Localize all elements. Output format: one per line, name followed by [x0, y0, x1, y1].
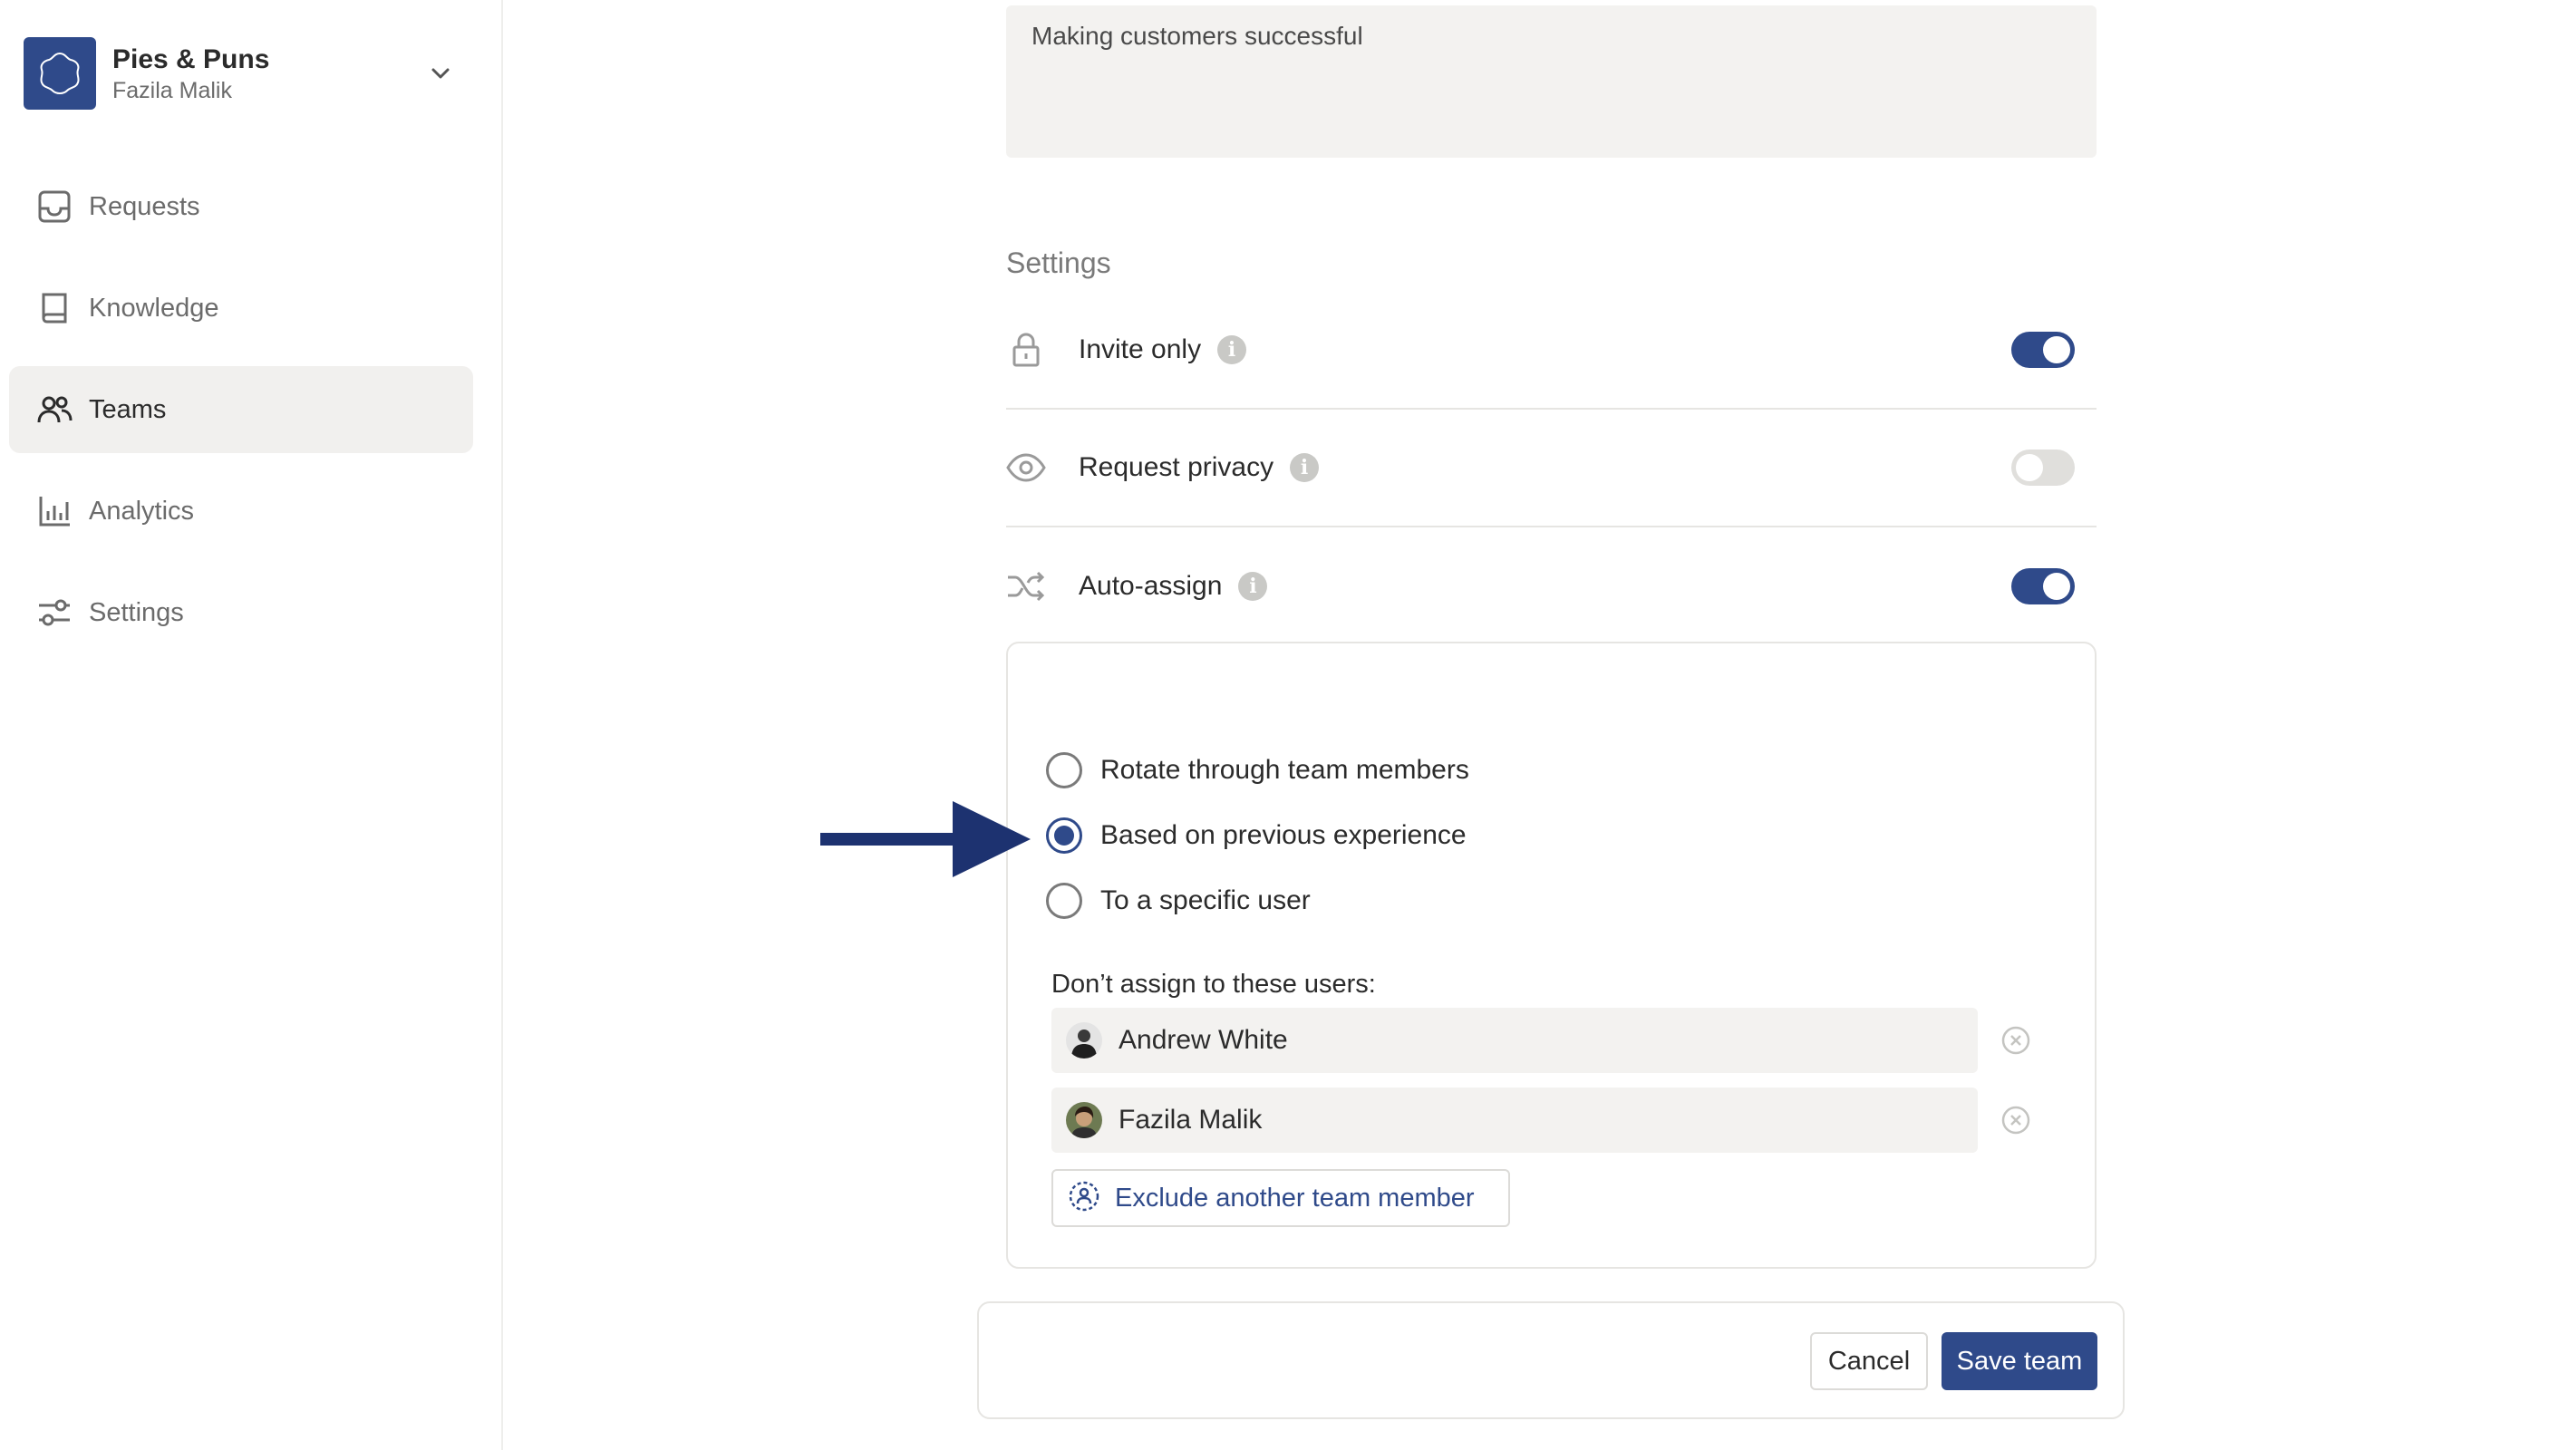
- sidebar-item-knowledge[interactable]: Knowledge: [9, 265, 473, 352]
- cancel-button[interactable]: Cancel: [1810, 1332, 1928, 1390]
- inbox-icon: [34, 187, 74, 227]
- info-icon[interactable]: i: [1290, 453, 1320, 482]
- excluded-user-chip: Andrew White: [1051, 1008, 1978, 1073]
- excluded-user-name: Fazila Malik: [1119, 1105, 1263, 1135]
- setting-auto-assign: Auto-assign i: [1006, 527, 2097, 645]
- excluded-user-name: Andrew White: [1119, 1025, 1288, 1055]
- radio-rotate-members[interactable]: Rotate through team members: [1046, 752, 1469, 788]
- toggle-knob: [2043, 573, 2070, 600]
- sidebar-item-settings[interactable]: Settings: [9, 569, 473, 656]
- sidebar-item-requests[interactable]: Requests: [9, 163, 473, 250]
- exclude-button-label: Exclude another team member: [1115, 1183, 1475, 1213]
- flower-icon: [24, 37, 96, 110]
- setting-label: Auto-assign: [1079, 571, 1223, 601]
- auto-assign-toggle[interactable]: [2011, 568, 2075, 604]
- settings-section-title: Settings: [1006, 246, 1111, 279]
- radio-button[interactable]: [1046, 817, 1082, 854]
- radio-label: To a specific user: [1100, 885, 1311, 915]
- sidebar-item-label: Settings: [89, 597, 184, 627]
- radio-selected-dot: [1054, 826, 1074, 846]
- book-icon: [34, 288, 74, 328]
- bar-chart-icon: [34, 491, 74, 531]
- setting-label: Invite only: [1079, 334, 1202, 364]
- excluded-user-chip: Fazila Malik: [1051, 1088, 1978, 1153]
- team-description-field[interactable]: Making customers successful: [1006, 5, 2097, 158]
- org-user-name: Fazila Malik: [112, 78, 232, 103]
- setting-request-privacy: Request privacy i: [1006, 410, 2097, 527]
- toggle-knob: [2016, 454, 2043, 481]
- chevron-down-icon[interactable]: [422, 55, 459, 92]
- exclude-team-member-button[interactable]: Exclude another team member: [1051, 1169, 1510, 1227]
- remove-user-icon[interactable]: [2000, 1024, 2032, 1057]
- auto-assign-panel: Rotate through team members Based on pre…: [1006, 642, 2097, 1269]
- radio-button[interactable]: [1046, 752, 1082, 788]
- save-team-button[interactable]: Save team: [1942, 1332, 2097, 1390]
- radio-previous-experience[interactable]: Based on previous experience: [1046, 817, 1467, 854]
- eye-icon: [1006, 448, 1046, 488]
- org-switcher[interactable]: Pies & Puns Fazila Malik: [24, 36, 459, 111]
- sidebar-item-label: Knowledge: [89, 293, 219, 323]
- annotation-arrow-icon: [820, 801, 1031, 877]
- sidebar-nav: Requests Knowledge Teams Analytics Setti…: [9, 163, 473, 671]
- sidebar-item-label: Analytics: [89, 496, 195, 526]
- exclude-users-label: Don’t assign to these users:: [1051, 970, 1376, 999]
- avatar: [1066, 1102, 1102, 1138]
- people-icon: [34, 390, 74, 430]
- remove-user-icon[interactable]: [2000, 1104, 2032, 1136]
- form-footer: Cancel Save team: [977, 1301, 2125, 1419]
- invite-only-toggle[interactable]: [2011, 332, 2075, 368]
- sliders-icon: [34, 593, 74, 633]
- sidebar-item-label: Requests: [89, 191, 200, 221]
- radio-label: Based on previous experience: [1100, 820, 1467, 850]
- shuffle-icon: [1006, 566, 1046, 606]
- lock-icon: [1006, 330, 1046, 370]
- info-icon[interactable]: i: [1238, 572, 1268, 601]
- info-icon[interactable]: i: [1217, 335, 1247, 364]
- org-name: Pies & Puns: [112, 44, 270, 74]
- request-privacy-toggle[interactable]: [2011, 450, 2075, 486]
- radio-specific-user[interactable]: To a specific user: [1046, 883, 1311, 919]
- toggle-knob: [2043, 336, 2070, 363]
- sidebar-item-label: Teams: [89, 394, 167, 424]
- radio-label: Rotate through team members: [1100, 755, 1469, 785]
- radio-button[interactable]: [1046, 883, 1082, 919]
- sidebar-item-teams[interactable]: Teams: [9, 366, 473, 453]
- sidebar-item-analytics[interactable]: Analytics: [9, 468, 473, 555]
- setting-invite-only: Invite only i: [1006, 292, 2097, 410]
- avatar: [1066, 1022, 1102, 1058]
- setting-label: Request privacy: [1079, 452, 1274, 482]
- sidebar: Pies & Puns Fazila Malik Requests Knowle…: [0, 0, 503, 1450]
- add-user-icon: [1068, 1180, 1100, 1217]
